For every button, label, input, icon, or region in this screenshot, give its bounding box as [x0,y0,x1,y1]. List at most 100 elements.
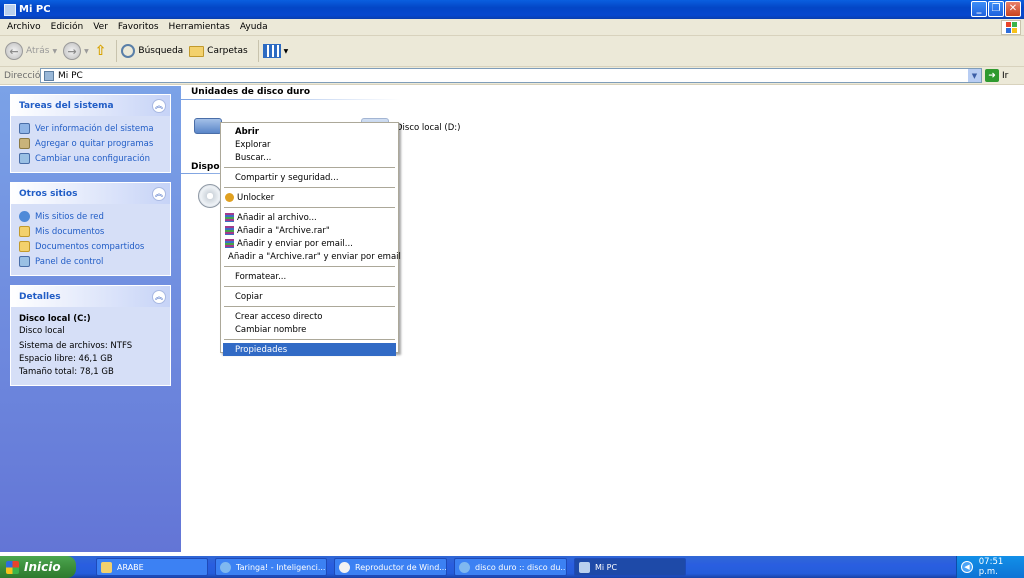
menu-explore[interactable]: Explorar [223,138,396,151]
title-bar: Mi PC _ ❐ ✕ [0,0,1024,19]
menu-open[interactable]: Abrir [223,125,396,138]
place-control-panel[interactable]: Panel de control [19,254,162,269]
menu-ayuda[interactable]: Ayuda [235,22,273,32]
back-dropdown-icon[interactable]: ▼ [52,48,57,55]
place-network[interactable]: Mis sitios de red [19,209,162,224]
task-label: Agregar o quitar programas [35,138,154,149]
collapse-icon[interactable]: ︽ [152,289,166,304]
task-label: Cambiar una configuración [35,153,150,164]
forward-arrow-icon: → [63,42,82,60]
menu-favoritos[interactable]: Favoritos [113,22,164,32]
task-system-info[interactable]: Ver información del sistema [19,121,162,136]
taskbar-item-label: Mi PC [595,562,618,572]
back-arrow-icon: ← [5,42,23,60]
drive-d-label[interactable]: Disco local (D:) [396,123,460,133]
menu-share-security[interactable]: Compartir y seguridad... [223,171,396,184]
taskbar-item-label: disco duro :: disco du... [475,562,567,572]
go-arrow-icon: ➜ [985,69,999,82]
system-tasks-panel: Tareas del sistema ︽ Ver información del… [10,94,171,173]
menu-properties[interactable]: Propiedades [223,343,396,356]
taskbar-item-taringa[interactable]: Taringa! - Inteligenci... [215,558,327,576]
address-value: Mi PC [58,70,83,81]
menu-ver[interactable]: Ver [88,22,113,32]
folder-icon [101,561,112,573]
back-button[interactable]: ← Atrás ▼ [5,42,57,60]
collapse-icon[interactable]: ︽ [152,186,166,201]
toolbar-separator [257,40,259,62]
start-label: Inicio [24,560,61,574]
taskbar-item-label: Reproductor de Wind... [355,562,447,572]
taskbar-item-arabe[interactable]: ARABE [96,558,208,576]
detail-name: Disco local (C:) [19,314,91,324]
menu-herramientas[interactable]: Herramientas [164,22,235,32]
panel-header[interactable]: Tareas del sistema ︽ [11,95,170,116]
taskbar-item-disco-duro[interactable]: disco duro :: disco du... [454,558,567,576]
place-my-documents[interactable]: Mis documentos [19,224,162,239]
views-button[interactable]: ▼ [262,44,289,58]
folders-button[interactable]: Carpetas [189,45,248,57]
back-label: Atrás [26,46,50,56]
place-shared-documents[interactable]: Documentos compartidos [19,239,162,254]
menu-label: Añadir al archivo... [237,212,317,223]
forward-dropdown-icon[interactable]: ▼ [84,48,89,55]
menu-separator [224,167,395,168]
hard-drive-c-icon[interactable] [194,118,222,134]
forward-button[interactable]: → ▼ [63,42,89,60]
start-button[interactable]: Inicio [0,556,76,578]
up-folder-button[interactable]: ⇧ [95,43,107,59]
my-computer-icon [44,70,54,81]
menu-unlocker[interactable]: Unlocker [223,191,396,204]
folder-icon [19,241,30,252]
window-title: Mi PC [19,4,51,15]
up-folder-icon: ⇧ [94,43,107,59]
show-hidden-icons-icon[interactable]: ◀ [961,561,973,573]
close-button[interactable]: ✕ [1005,1,1021,17]
address-input[interactable]: Mi PC ▼ [40,68,982,83]
address-dropdown-icon[interactable]: ▼ [968,69,981,82]
search-button[interactable]: Búsqueda [121,44,183,58]
menu-add-rar-email[interactable]: Añadir a "Archive.rar" y enviar por emai… [223,250,401,263]
menu-format[interactable]: Formatear... [223,270,396,283]
cd-drive-icon[interactable] [198,184,222,208]
search-label: Búsqueda [138,46,184,56]
winrar-icon [225,239,234,248]
menu-rename[interactable]: Cambiar nombre [223,323,396,336]
views-dropdown-icon[interactable]: ▼ [284,48,289,55]
control-panel-icon [19,153,30,164]
menu-add-archive[interactable]: Añadir al archivo... [223,211,396,224]
menu-search[interactable]: Buscar... [223,151,396,164]
toolbar: ← Atrás ▼ → ▼ ⇧ Búsqueda Carpetas ▼ [0,36,1024,67]
folder-icon [19,226,30,237]
collapse-icon[interactable]: ︽ [152,98,166,113]
internet-explorer-icon [459,561,470,573]
menu-separator [224,286,395,287]
go-button[interactable]: ➜ Ir [985,69,1008,82]
menu-label: Añadir a "Archive.rar" [237,225,330,236]
menu-create-shortcut[interactable]: Crear acceso directo [223,310,396,323]
add-remove-programs-icon [19,138,30,149]
task-change-setting[interactable]: Cambiar una configuración [19,151,162,166]
menu-copy[interactable]: Copiar [223,290,396,303]
menu-edicion[interactable]: Edición [46,22,89,32]
task-add-remove-programs[interactable]: Agregar o quitar programas [19,136,162,151]
menu-label: Añadir a "Archive.rar" y enviar por emai… [228,251,401,262]
panel-title: Tareas del sistema [19,100,114,111]
menu-label: Añadir y enviar por email... [237,238,353,249]
menu-add-rar[interactable]: Añadir a "Archive.rar" [223,224,396,237]
minimize-button[interactable]: _ [971,1,987,17]
taskbar-item-media-player[interactable]: Reproductor de Wind... [334,558,447,576]
panel-title: Otros sitios [19,188,78,199]
menu-archivo[interactable]: Archivo [2,22,46,32]
taskbar-item-mi-pc[interactable]: Mi PC [574,558,686,576]
clock[interactable]: 07:51 p.m. [979,557,1024,577]
taskbar: Inicio ARABE Taringa! - Inteligenci... R… [0,556,1024,578]
panel-header[interactable]: Otros sitios ︽ [11,183,170,204]
menu-add-email[interactable]: Añadir y enviar por email... [223,237,396,250]
system-info-icon [19,123,30,134]
other-places-panel: Otros sitios ︽ Mis sitios de red Mis doc… [10,182,171,276]
panel-header[interactable]: Detalles ︽ [11,286,170,307]
views-icon [262,44,281,58]
place-label: Mis sitios de red [35,211,104,222]
search-icon [121,44,136,58]
maximize-button[interactable]: ❐ [988,1,1004,17]
